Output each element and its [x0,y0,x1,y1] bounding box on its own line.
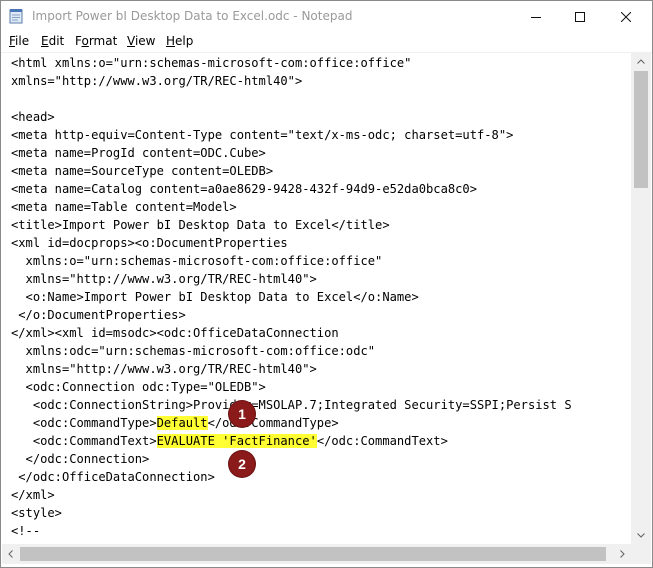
menu-file[interactable]: File [9,34,29,48]
editor-line: <meta name=Table content=Model> [11,200,237,214]
callout-badge-1: 1 [229,401,255,427]
editor-line: </odc:Connection> [11,452,150,466]
scroll-down-button[interactable] [631,527,651,544]
window-title: Import Power bI Desktop Data to Excel.od… [32,9,353,23]
maximize-icon [575,11,585,22]
menu-bar: File Edit Format View Help [1,32,652,53]
editor-line: <meta name=ProgId content=ODC.Cube> [11,146,266,160]
vertical-scroll-thumb[interactable] [634,71,648,188]
horizontal-scroll-thumb[interactable] [20,547,606,561]
menu-view[interactable]: View [127,34,155,48]
chevron-down-icon [637,533,645,538]
menu-format-label: rmat [88,34,118,48]
editor-line: <meta name=Catalog content=a0ae8629-9428… [11,182,477,196]
horizontal-scrollbar[interactable] [2,544,631,564]
text-editor[interactable]: <html xmlns:o="urn:schemas-microsoft-com… [2,53,630,544]
callout-badge-2: 2 [229,451,255,477]
editor-line-command-type: <odc:CommandType>Default</odc:CommandTyp… [11,414,339,432]
editor-line-command-text: <odc:CommandText>EVALUATE 'FactFinance'<… [11,432,448,450]
chevron-up-icon [637,59,645,64]
close-button[interactable] [603,1,649,32]
chevron-right-icon [620,550,625,558]
editor-line: <meta http-equiv=Content-Type content="t… [11,128,514,142]
editor-line: <odc:Connection odc:Type="OLEDB"> [11,380,266,394]
editor-line: <head> [11,110,55,124]
editor-line: </o:DocumentProperties> [11,308,186,322]
editor-line: <o:Name>Import Power bI Desktop Data to … [11,290,419,304]
menu-help-label: elp [175,34,194,48]
code-segment: <odc:CommandType> [11,416,157,430]
editor-line: </xml><xml id=msodc><odc:OfficeDataConne… [11,326,339,340]
highlighted-command-type: Default [156,416,208,430]
editor-line: <!-- [11,524,41,538]
close-icon [621,11,631,22]
editor-line: </odc:OfficeDataConnection> [11,470,215,484]
menu-edit-label: dit [48,34,65,48]
editor-line: <xml id=docprops><o:DocumentProperties [11,236,288,250]
notepad-icon [9,9,23,24]
scroll-left-button[interactable] [2,544,19,564]
menu-help[interactable]: Help [166,34,193,48]
editor-line: xmlns:odc="urn:schemas-microsoft-com:off… [11,344,376,358]
editor-line: </xml> [11,488,55,502]
scroll-right-button[interactable] [614,544,631,564]
vertical-scrollbar[interactable] [631,53,651,544]
editor-line: <style> [11,506,62,520]
scrollbar-corner [631,544,651,564]
title-bar[interactable]: Import Power bI Desktop Data to Excel.od… [1,1,652,32]
menu-edit[interactable]: Edit [41,34,64,48]
scroll-up-button[interactable] [631,53,651,70]
menu-view-label: iew [134,34,156,48]
menu-file-label: ile [15,34,30,48]
code-segment: </odc:CommandText> [316,434,448,448]
menu-view-accel: V [127,34,135,48]
highlighted-command-text: EVALUATE 'FactFinance' [156,434,317,448]
minimize-icon [531,16,541,18]
editor-line: <odc:ConnectionString>Provider=MSOLAP.7;… [11,398,572,412]
editor-line: xmlns="http://www.w3.org/TR/REC-html40"> [11,74,303,88]
menu-edit-accel: E [41,34,49,48]
code-segment: </odc:CommandType> [207,416,339,430]
menu-help-accel: H [166,34,176,48]
menu-format-accel: o [81,34,89,48]
minimize-button[interactable] [513,1,559,32]
notepad-window: Import Power bI Desktop Data to Excel.od… [0,0,653,568]
editor-line: <meta name=SourceType content=OLEDB> [11,164,274,178]
code-segment: <odc:CommandText> [11,434,157,448]
chevron-left-icon [8,550,13,558]
editor-line: <html xmlns:o="urn:schemas-microsoft-com… [11,56,412,70]
maximize-button[interactable] [557,1,603,32]
editor-line: xmlns="http://www.w3.org/TR/REC-html40"> [11,362,317,376]
editor-line: <title>Import Power bI Desktop Data to E… [11,218,390,232]
editor-line: xmlns="http://www.w3.org/TR/REC-html40"> [11,272,317,286]
menu-format[interactable]: Format [75,34,117,48]
editor-line: xmlns:o="urn:schemas-microsoft-com:offic… [11,254,383,268]
